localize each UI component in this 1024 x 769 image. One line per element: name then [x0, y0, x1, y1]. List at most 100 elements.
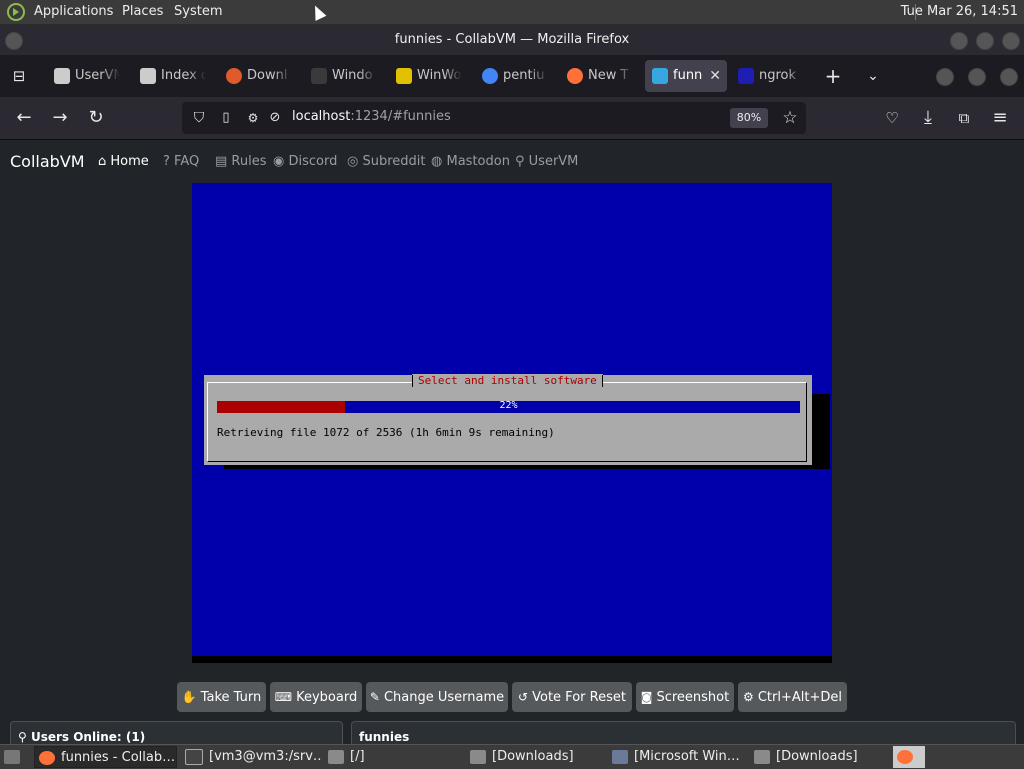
extensions-icon[interactable]: ⧉ — [953, 107, 975, 129]
nav-faq[interactable]: ? FAQ — [163, 154, 199, 169]
install-progress-bar: 22% — [217, 400, 800, 413]
menu-applications[interactable]: Applications — [34, 4, 113, 19]
dialog-title: Select and install software — [412, 374, 603, 387]
taskbar-item-downloads[interactable]: [Downloads] — [466, 746, 606, 768]
taskbar-item-downloads-2[interactable]: [Downloads] — [750, 746, 890, 768]
back-icon[interactable]: ← — [13, 107, 35, 129]
forward-icon[interactable]: → — [49, 107, 71, 129]
dialog-frame — [207, 382, 807, 462]
tab-windows[interactable]: Windo — [311, 60, 377, 92]
taskbar-item-root-folder[interactable]: [/] — [324, 746, 464, 768]
taskbar-item-terminal[interactable]: [vm3@vm3:/srv… — [181, 746, 321, 768]
top-panel: Applications Places System Tue Mar 26, 1… — [0, 0, 1024, 25]
keyboard-icon: ⌨ — [274, 690, 293, 704]
nav-discord[interactable]: ◉ Discord — [273, 154, 337, 169]
users-online-heading: ⚲ Users Online: (1) — [18, 730, 146, 744]
menu-places[interactable]: Places — [122, 4, 163, 19]
user-icon: ⚲ — [515, 154, 529, 169]
close-tab-icon[interactable]: ✕ — [709, 60, 721, 92]
tab-strip: ⊟ UserVM Index o Downl Windo WinWo penti… — [0, 55, 1024, 97]
progress-status-text: Retrieving file 1072 of 2536 (1h 6min 9s… — [217, 426, 555, 439]
terminal-icon — [185, 749, 203, 765]
menu-system[interactable]: System — [174, 4, 222, 19]
folder-icon — [754, 750, 770, 764]
distro-logo-icon[interactable] — [7, 3, 25, 21]
site-brand[interactable]: CollabVM — [10, 152, 85, 171]
downloads-icon[interactable]: ⤓ — [917, 107, 939, 129]
firefox-icon — [39, 751, 55, 765]
maximize-icon[interactable] — [976, 32, 994, 50]
vm-display[interactable]: Select and install software 22% Retrievi… — [192, 183, 832, 663]
firefox-view-icon[interactable]: ⊟ — [8, 65, 30, 87]
close-window-icon[interactable] — [1002, 32, 1020, 50]
take-turn-button[interactable]: ✋ Take Turn — [177, 682, 266, 712]
shield-icon[interactable]: ⛉ — [188, 107, 210, 129]
tab-ngrok[interactable]: ngrok — [738, 60, 804, 92]
winworld-icon — [311, 68, 327, 84]
zoom-level-badge[interactable]: 80% — [730, 108, 768, 128]
mastodon-icon: ◍ — [431, 154, 447, 169]
taskbar-launcher-firefox[interactable] — [893, 746, 925, 768]
nav-mastodon[interactable]: ◍ Mastodon — [431, 154, 510, 169]
url-path: :1234/#funnies — [350, 109, 451, 124]
tab-funnies[interactable]: funn ✕ — [645, 60, 727, 92]
ngrok-icon — [738, 68, 754, 84]
window-menu-icon[interactable] — [5, 32, 23, 50]
bookmark-star-icon[interactable]: ☆ — [779, 107, 801, 129]
hand-icon: ✋ — [181, 690, 197, 704]
tab-new-tab[interactable]: New T — [567, 60, 633, 92]
minimize-icon[interactable] — [936, 68, 954, 86]
debian-icon — [226, 68, 242, 84]
winworld-w-icon — [396, 68, 412, 84]
vote-reset-button[interactable]: ↺ Vote For Reset — [512, 682, 632, 712]
url-bar[interactable]: ⛉ ▯ ⚙ ⊘ localhost:1234/#funnies 80% ☆ — [182, 102, 806, 134]
user-icon: ⚲ — [18, 730, 31, 744]
monitor-icon — [652, 68, 668, 84]
desktop-icon — [4, 749, 20, 764]
folder-icon — [328, 750, 344, 764]
reload-icon[interactable]: ↻ — [85, 107, 107, 129]
google-icon — [482, 68, 498, 84]
reset-icon: ↺ — [518, 690, 529, 704]
nav-uservm[interactable]: ⚲ UserVM — [515, 154, 578, 169]
maximize-icon[interactable] — [968, 68, 986, 86]
url-text[interactable]: localhost:1234/#funnies — [292, 109, 451, 124]
reddit-icon: ◎ — [347, 154, 363, 169]
page-icon[interactable]: ▯ — [215, 107, 237, 129]
tab-download[interactable]: Downl — [226, 60, 292, 92]
vm-bottom-border — [192, 656, 832, 663]
taskbar-item-firefox[interactable]: funnies - Collab… — [34, 746, 177, 768]
close-window-icon[interactable] — [1000, 68, 1018, 86]
tab-winworld[interactable]: WinWo — [396, 60, 462, 92]
tab-uservm[interactable]: UserVM — [54, 60, 120, 92]
home-icon: ⌂ — [98, 154, 111, 169]
navigation-toolbar: ← → ↻ ⛉ ▯ ⚙ ⊘ localhost:1234/#funnies 80… — [0, 97, 1024, 140]
tab-index[interactable]: Index o — [140, 60, 206, 92]
user-edit-icon: ✎ — [369, 690, 380, 704]
camera-icon: ◙ — [640, 690, 653, 704]
minimize-icon[interactable] — [950, 32, 968, 50]
keyboard-button[interactable]: ⌨ Keyboard — [270, 682, 362, 712]
site-header: CollabVM ⌂ Home ? FAQ ▤ Rules ◉ Discord … — [0, 140, 1024, 182]
list-all-tabs-icon[interactable]: ⌄ — [862, 65, 884, 87]
clock[interactable]: Tue Mar 26, 14:51 — [901, 4, 1018, 19]
nav-home[interactable]: ⌂ Home — [98, 154, 149, 169]
hamburger-menu-icon[interactable]: ≡ — [989, 107, 1011, 129]
pocket-icon[interactable]: ♡ — [881, 107, 903, 129]
change-username-button[interactable]: ✎ Change Username — [366, 682, 508, 712]
folder-icon — [470, 750, 486, 764]
window-titlebar[interactable]: funnies - CollabVM — Mozilla Firefox — [0, 25, 1024, 55]
taskbar-item-microsoft-windows[interactable]: [Microsoft Win… — [608, 746, 748, 768]
ctrl-alt-del-button[interactable]: ⚙ Ctrl+Alt+Del — [738, 682, 847, 712]
show-desktop-button[interactable] — [0, 746, 32, 768]
uservm-icon — [54, 68, 70, 84]
question-icon: ? — [163, 154, 175, 169]
firefox-icon — [897, 749, 913, 764]
new-tab-icon[interactable]: + — [822, 65, 844, 87]
nav-subreddit[interactable]: ◎ Subreddit — [347, 154, 426, 169]
permissions-icon[interactable]: ⚙ — [242, 107, 264, 129]
screenshot-button[interactable]: ◙ Screenshot — [636, 682, 734, 712]
tracking-off-icon[interactable]: ⊘ — [264, 107, 286, 129]
tab-pentium[interactable]: pentiu — [482, 60, 548, 92]
nav-rules[interactable]: ▤ Rules — [215, 154, 267, 169]
